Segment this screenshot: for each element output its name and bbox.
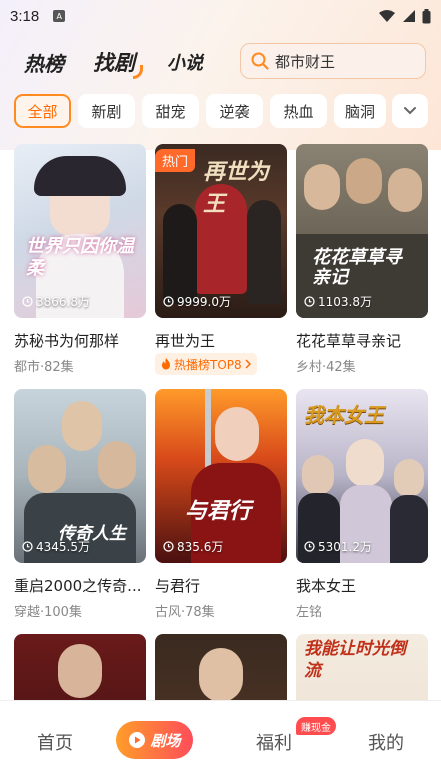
tab-find-drama[interactable]: 找剧 bbox=[93, 47, 143, 79]
view-count: 1103.8万 bbox=[304, 293, 372, 310]
rank-badge-text: 热播榜TOP8 bbox=[174, 357, 242, 372]
drama-meta: 乡村·42集 bbox=[296, 360, 356, 375]
poster-title: 我本女王 bbox=[304, 403, 384, 427]
drama-poster: 再世为王 热门 9999.0万 bbox=[155, 144, 287, 318]
drama-meta: 都市·82集 bbox=[14, 360, 74, 375]
nav-theater[interactable]: 剧场 bbox=[116, 721, 193, 759]
hair-shape bbox=[34, 156, 126, 196]
bottom-nav: 首页 剧场 福利 赚现金 我的 bbox=[0, 700, 441, 784]
chip-new[interactable]: 新剧 bbox=[78, 94, 135, 128]
search-placeholder: 都市财王 bbox=[275, 52, 336, 71]
tab-hot-list[interactable]: 热榜 bbox=[24, 48, 64, 77]
battery-icon bbox=[422, 8, 431, 23]
status-bar: 3:18 A bbox=[0, 0, 441, 32]
drama-poster: 我本女王 5301.2万 bbox=[296, 389, 428, 563]
drama-title: 重启2000之传奇... bbox=[14, 577, 142, 595]
view-count: 5301.2万 bbox=[304, 538, 372, 555]
view-count-text: 4345.5万 bbox=[36, 540, 90, 554]
view-count: 3866.8万 bbox=[22, 293, 90, 310]
play-icon bbox=[129, 732, 146, 748]
poster-title: 我能让时光倒流 bbox=[304, 639, 406, 682]
drama-poster: 我能让时光倒流 bbox=[296, 634, 428, 700]
chip-all[interactable]: 全部 bbox=[14, 94, 71, 128]
play-count-icon bbox=[163, 296, 174, 307]
suit-shape bbox=[390, 495, 428, 563]
drama-poster: 传奇人生 4345.5万 bbox=[14, 389, 146, 563]
drama-title: 苏秘书为何那样 bbox=[14, 332, 120, 350]
face-shape bbox=[394, 459, 424, 497]
poster-title: 再世为王 bbox=[203, 160, 270, 217]
drama-poster: 花花草草寻亲记 1103.8万 bbox=[296, 144, 428, 318]
face-shape bbox=[388, 168, 422, 212]
play-count-icon bbox=[22, 296, 33, 307]
face-shape bbox=[346, 158, 382, 204]
play-count-icon bbox=[304, 541, 315, 552]
top-tabs: 热榜 找剧 小说 都市财王 bbox=[0, 40, 441, 84]
face-shape bbox=[58, 644, 102, 698]
view-count-text: 3866.8万 bbox=[36, 295, 90, 309]
drama-meta: 左铭 bbox=[296, 605, 323, 620]
chevron-down-icon bbox=[404, 107, 416, 115]
face-shape bbox=[215, 407, 259, 461]
drama-grid: 世界只因你温柔 3866.8万 苏秘书为何那样 都市·82集 再世为王 热门 9… bbox=[0, 144, 441, 700]
chip-comeback[interactable]: 逆袭 bbox=[206, 94, 263, 128]
drama-title: 再世为王 bbox=[155, 332, 216, 350]
search-input[interactable]: 都市财王 bbox=[240, 43, 426, 79]
view-count: 835.6万 bbox=[163, 538, 223, 555]
nav-home[interactable]: 首页 bbox=[37, 729, 73, 755]
view-count-text: 9999.0万 bbox=[177, 295, 231, 309]
nav-welfare[interactable]: 福利 bbox=[256, 729, 292, 755]
play-count-icon bbox=[22, 541, 33, 552]
signal-icon bbox=[403, 10, 415, 22]
face-shape bbox=[98, 441, 136, 489]
chip-passion[interactable]: 热血 bbox=[270, 94, 327, 128]
view-count: 9999.0万 bbox=[163, 293, 231, 310]
tab-find-drama-label: 找剧 bbox=[93, 51, 135, 75]
more-categories-button[interactable] bbox=[392, 94, 428, 128]
active-tab-indicator bbox=[133, 65, 143, 79]
poster-title: 世界只因你温柔 bbox=[26, 236, 134, 279]
drama-title: 与君行 bbox=[155, 577, 201, 595]
face-shape bbox=[62, 401, 102, 451]
chip-brainstorm[interactable]: 脑洞 bbox=[334, 94, 386, 128]
nav-mine[interactable]: 我的 bbox=[368, 729, 404, 755]
nav-theater-label: 剧场 bbox=[150, 731, 181, 750]
rank-badge[interactable]: 热播榜TOP8 bbox=[155, 353, 257, 375]
figure-shape bbox=[163, 204, 197, 304]
chevron-right-icon bbox=[245, 359, 251, 369]
face-shape bbox=[302, 455, 334, 495]
poster-title: 与君行 bbox=[185, 499, 252, 524]
chip-sweet[interactable]: 甜宠 bbox=[142, 94, 199, 128]
poster-title: 花花草草寻亲记 bbox=[312, 247, 402, 288]
tab-novel[interactable]: 小说 bbox=[167, 49, 203, 75]
earn-cash-badge: 赚现金 bbox=[296, 717, 336, 735]
search-icon bbox=[251, 52, 269, 70]
drama-poster: 世界只因你温柔 3866.8万 bbox=[14, 144, 146, 318]
play-count-icon bbox=[304, 296, 315, 307]
face-shape bbox=[304, 164, 340, 210]
hot-badge: 热门 bbox=[155, 149, 196, 172]
drama-title: 花花草草寻亲记 bbox=[296, 332, 402, 350]
view-count-text: 835.6万 bbox=[177, 540, 224, 554]
drama-meta: 古风·78集 bbox=[155, 605, 215, 620]
flame-icon bbox=[162, 358, 170, 370]
drama-poster bbox=[14, 634, 146, 700]
drama-poster: 与君行 835.6万 bbox=[155, 389, 287, 563]
face-shape bbox=[199, 648, 243, 700]
face-shape bbox=[28, 445, 66, 493]
wifi-icon bbox=[379, 10, 395, 22]
view-count-text: 1103.8万 bbox=[318, 295, 372, 309]
a-icon: A bbox=[53, 10, 66, 22]
drama-title: 我本女王 bbox=[296, 577, 357, 595]
view-count: 4345.5万 bbox=[22, 538, 90, 555]
face-shape bbox=[346, 439, 384, 487]
status-time: 3:18 bbox=[10, 7, 40, 25]
drama-meta: 穿越·100集 bbox=[14, 605, 82, 620]
category-chips: 全部 新剧 甜宠 逆袭 热血 脑洞 bbox=[14, 94, 441, 130]
play-count-icon bbox=[163, 541, 174, 552]
drama-poster bbox=[155, 634, 287, 700]
view-count-text: 5301.2万 bbox=[318, 540, 372, 554]
